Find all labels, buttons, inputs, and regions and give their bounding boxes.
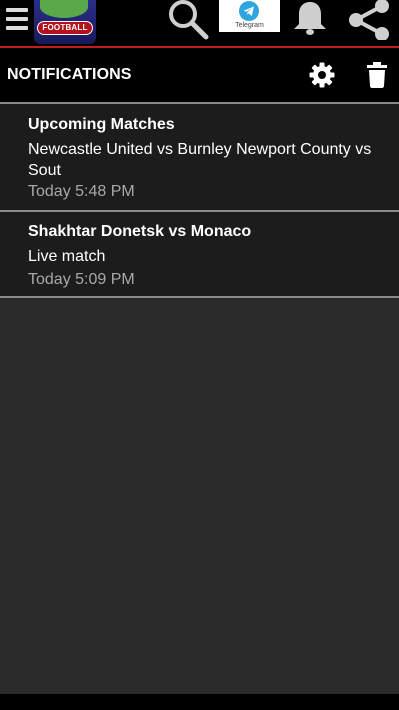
divider bbox=[0, 296, 399, 298]
list-item[interactable]: Upcoming Matches Newcastle United vs Bur… bbox=[0, 104, 399, 210]
screen: FOOTBALL Telegram NOTIFICATIONS Upcoming… bbox=[0, 0, 399, 710]
page-title: NOTIFICATIONS bbox=[7, 66, 132, 83]
notification-time: Today 5:09 PM bbox=[28, 271, 135, 288]
notification-title: Shakhtar Donetsk vs Monaco bbox=[28, 223, 252, 240]
bottom-bar bbox=[0, 694, 399, 710]
trash-icon[interactable] bbox=[366, 62, 388, 88]
telegram-icon bbox=[239, 1, 259, 21]
telegram-button[interactable]: Telegram bbox=[219, 0, 280, 32]
logo-text: FOOTBALL bbox=[37, 21, 93, 35]
notification-title: Upcoming Matches bbox=[28, 116, 175, 133]
menu-icon[interactable] bbox=[6, 8, 28, 30]
telegram-label: Telegram bbox=[235, 22, 264, 29]
notification-time: Today 5:48 PM bbox=[28, 183, 135, 200]
gear-icon[interactable] bbox=[309, 62, 335, 88]
list-item[interactable]: Shakhtar Donetsk vs Monaco Live match To… bbox=[0, 212, 399, 296]
notifications-header: NOTIFICATIONS bbox=[0, 48, 399, 102]
search-icon[interactable] bbox=[166, 0, 210, 40]
app-bar: FOOTBALL Telegram bbox=[0, 0, 399, 48]
bell-icon[interactable] bbox=[290, 0, 330, 38]
notification-body: Newcastle United vs Burnley Newport Coun… bbox=[28, 141, 372, 179]
app-logo: FOOTBALL bbox=[34, 0, 96, 44]
notification-body: Live match bbox=[28, 248, 106, 265]
share-icon[interactable] bbox=[346, 0, 392, 41]
